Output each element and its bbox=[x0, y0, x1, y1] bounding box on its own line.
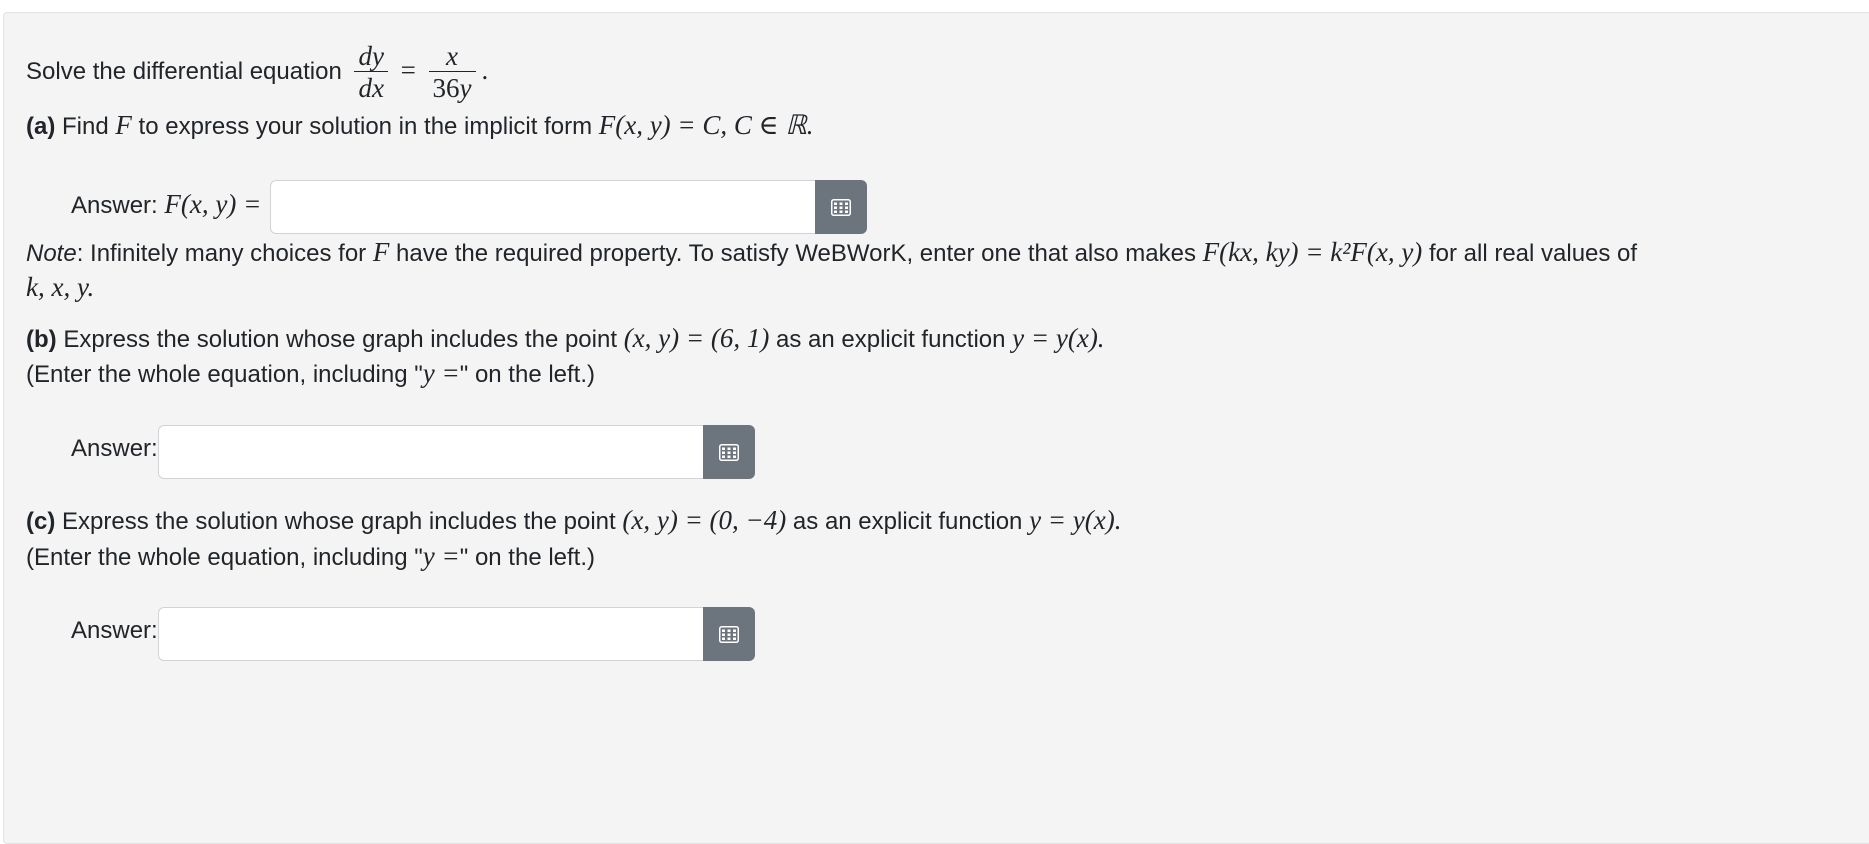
function-math: y = y(x). bbox=[1012, 323, 1105, 353]
fraction-denominator: 36y bbox=[428, 71, 476, 104]
point-math: (x, y) = (6, 1) bbox=[623, 323, 770, 353]
part-b-answer-input[interactable] bbox=[158, 425, 703, 479]
hint-text: (Enter the whole equation, including " bbox=[26, 361, 423, 388]
part-c-answer-group bbox=[158, 607, 755, 661]
part-c-answer-label: Answer: bbox=[71, 614, 158, 648]
hint-text: " on the left.) bbox=[459, 361, 596, 388]
answer-label: Answer: bbox=[71, 192, 158, 219]
note-text: have the required property. To satisfy W… bbox=[396, 240, 1196, 267]
part-b-answer-group bbox=[158, 425, 755, 479]
part-a-note-line2: k, x, y. bbox=[26, 270, 94, 306]
fraction-numerator: x bbox=[446, 41, 459, 72]
fraction-numerator: dy bbox=[358, 41, 384, 72]
hint-text: " on the left.) bbox=[459, 544, 596, 571]
math-var: F bbox=[115, 110, 132, 140]
part-b-text: Express the solution whose graph include… bbox=[63, 326, 618, 353]
problem-panel: Solve the differential equation dy dx = … bbox=[3, 12, 1869, 844]
part-c-hint: (Enter the whole equation, including "y … bbox=[26, 539, 595, 575]
dy-dx-fraction: dy dx bbox=[354, 41, 388, 104]
hint-math: y = bbox=[422, 541, 460, 571]
part-a-text: to express your solution in the implicit… bbox=[138, 113, 593, 140]
x-over-36y-fraction: x 36y bbox=[428, 41, 476, 104]
part-a-note: Note: Infinitely many choices for F have… bbox=[26, 235, 1637, 271]
part-a-answer-group bbox=[270, 180, 867, 234]
implicit-form-math: F(x, y) = C, C ∈ ℝ. bbox=[598, 110, 814, 140]
part-b-hint: (Enter the whole equation, including "y … bbox=[26, 356, 595, 392]
equation-editor-button[interactable] bbox=[815, 180, 867, 234]
part-a-answer-input[interactable] bbox=[270, 180, 815, 234]
part-c-text: Express the solution whose graph include… bbox=[62, 508, 616, 535]
note-text: : Infinitely many choices for bbox=[76, 240, 367, 267]
part-c-answer-input[interactable] bbox=[158, 607, 703, 661]
variable: y bbox=[459, 73, 472, 104]
function-math: y = y(x). bbox=[1029, 505, 1122, 535]
note-text: for all real values of bbox=[1428, 240, 1638, 267]
grid-keyboard-icon bbox=[831, 198, 851, 216]
part-a-label: (a) bbox=[26, 113, 56, 140]
grid-keyboard-icon bbox=[719, 443, 739, 461]
part-b-text: as an explicit function bbox=[776, 326, 1006, 353]
period: . bbox=[481, 55, 489, 85]
answer-math: F(x, y) = bbox=[164, 189, 262, 219]
equation-editor-button[interactable] bbox=[703, 607, 755, 661]
problem-statement: Solve the differential equation dy dx = … bbox=[26, 39, 488, 104]
part-a-answer-label: Answer: F(x, y) = bbox=[71, 187, 261, 223]
part-a-prompt: (a) Find F to express your solution in t… bbox=[26, 108, 814, 144]
grid-keyboard-icon bbox=[719, 625, 739, 643]
equation-editor-button[interactable] bbox=[703, 425, 755, 479]
intro-text: Solve the differential equation bbox=[26, 58, 342, 85]
part-a-text: Find bbox=[62, 113, 109, 140]
fraction-denominator: dx bbox=[354, 71, 388, 104]
coefficient: 36 bbox=[432, 73, 460, 104]
equals-sign: = bbox=[400, 55, 416, 85]
note-math: k, x, y. bbox=[26, 272, 95, 302]
answer-label: Answer: bbox=[71, 617, 158, 644]
part-c-text: as an explicit function bbox=[792, 508, 1023, 535]
math-var: F bbox=[372, 237, 390, 267]
part-b-prompt: (b) Express the solution whose graph inc… bbox=[26, 321, 1105, 357]
answer-label: Answer: bbox=[71, 435, 158, 462]
note-label: Note bbox=[26, 240, 77, 267]
part-c-label: (c) bbox=[26, 508, 56, 535]
part-b-label: (b) bbox=[26, 326, 57, 353]
part-b-answer-label: Answer: bbox=[71, 432, 158, 466]
hint-math: y = bbox=[422, 358, 460, 388]
homogeneity-math: F(kx, ky) = k²F(x, y) bbox=[1202, 237, 1423, 267]
point-math: (x, y) = (0, −4) bbox=[622, 505, 787, 535]
part-c-prompt: (c) Express the solution whose graph inc… bbox=[26, 503, 1121, 539]
hint-text: (Enter the whole equation, including " bbox=[26, 544, 423, 571]
